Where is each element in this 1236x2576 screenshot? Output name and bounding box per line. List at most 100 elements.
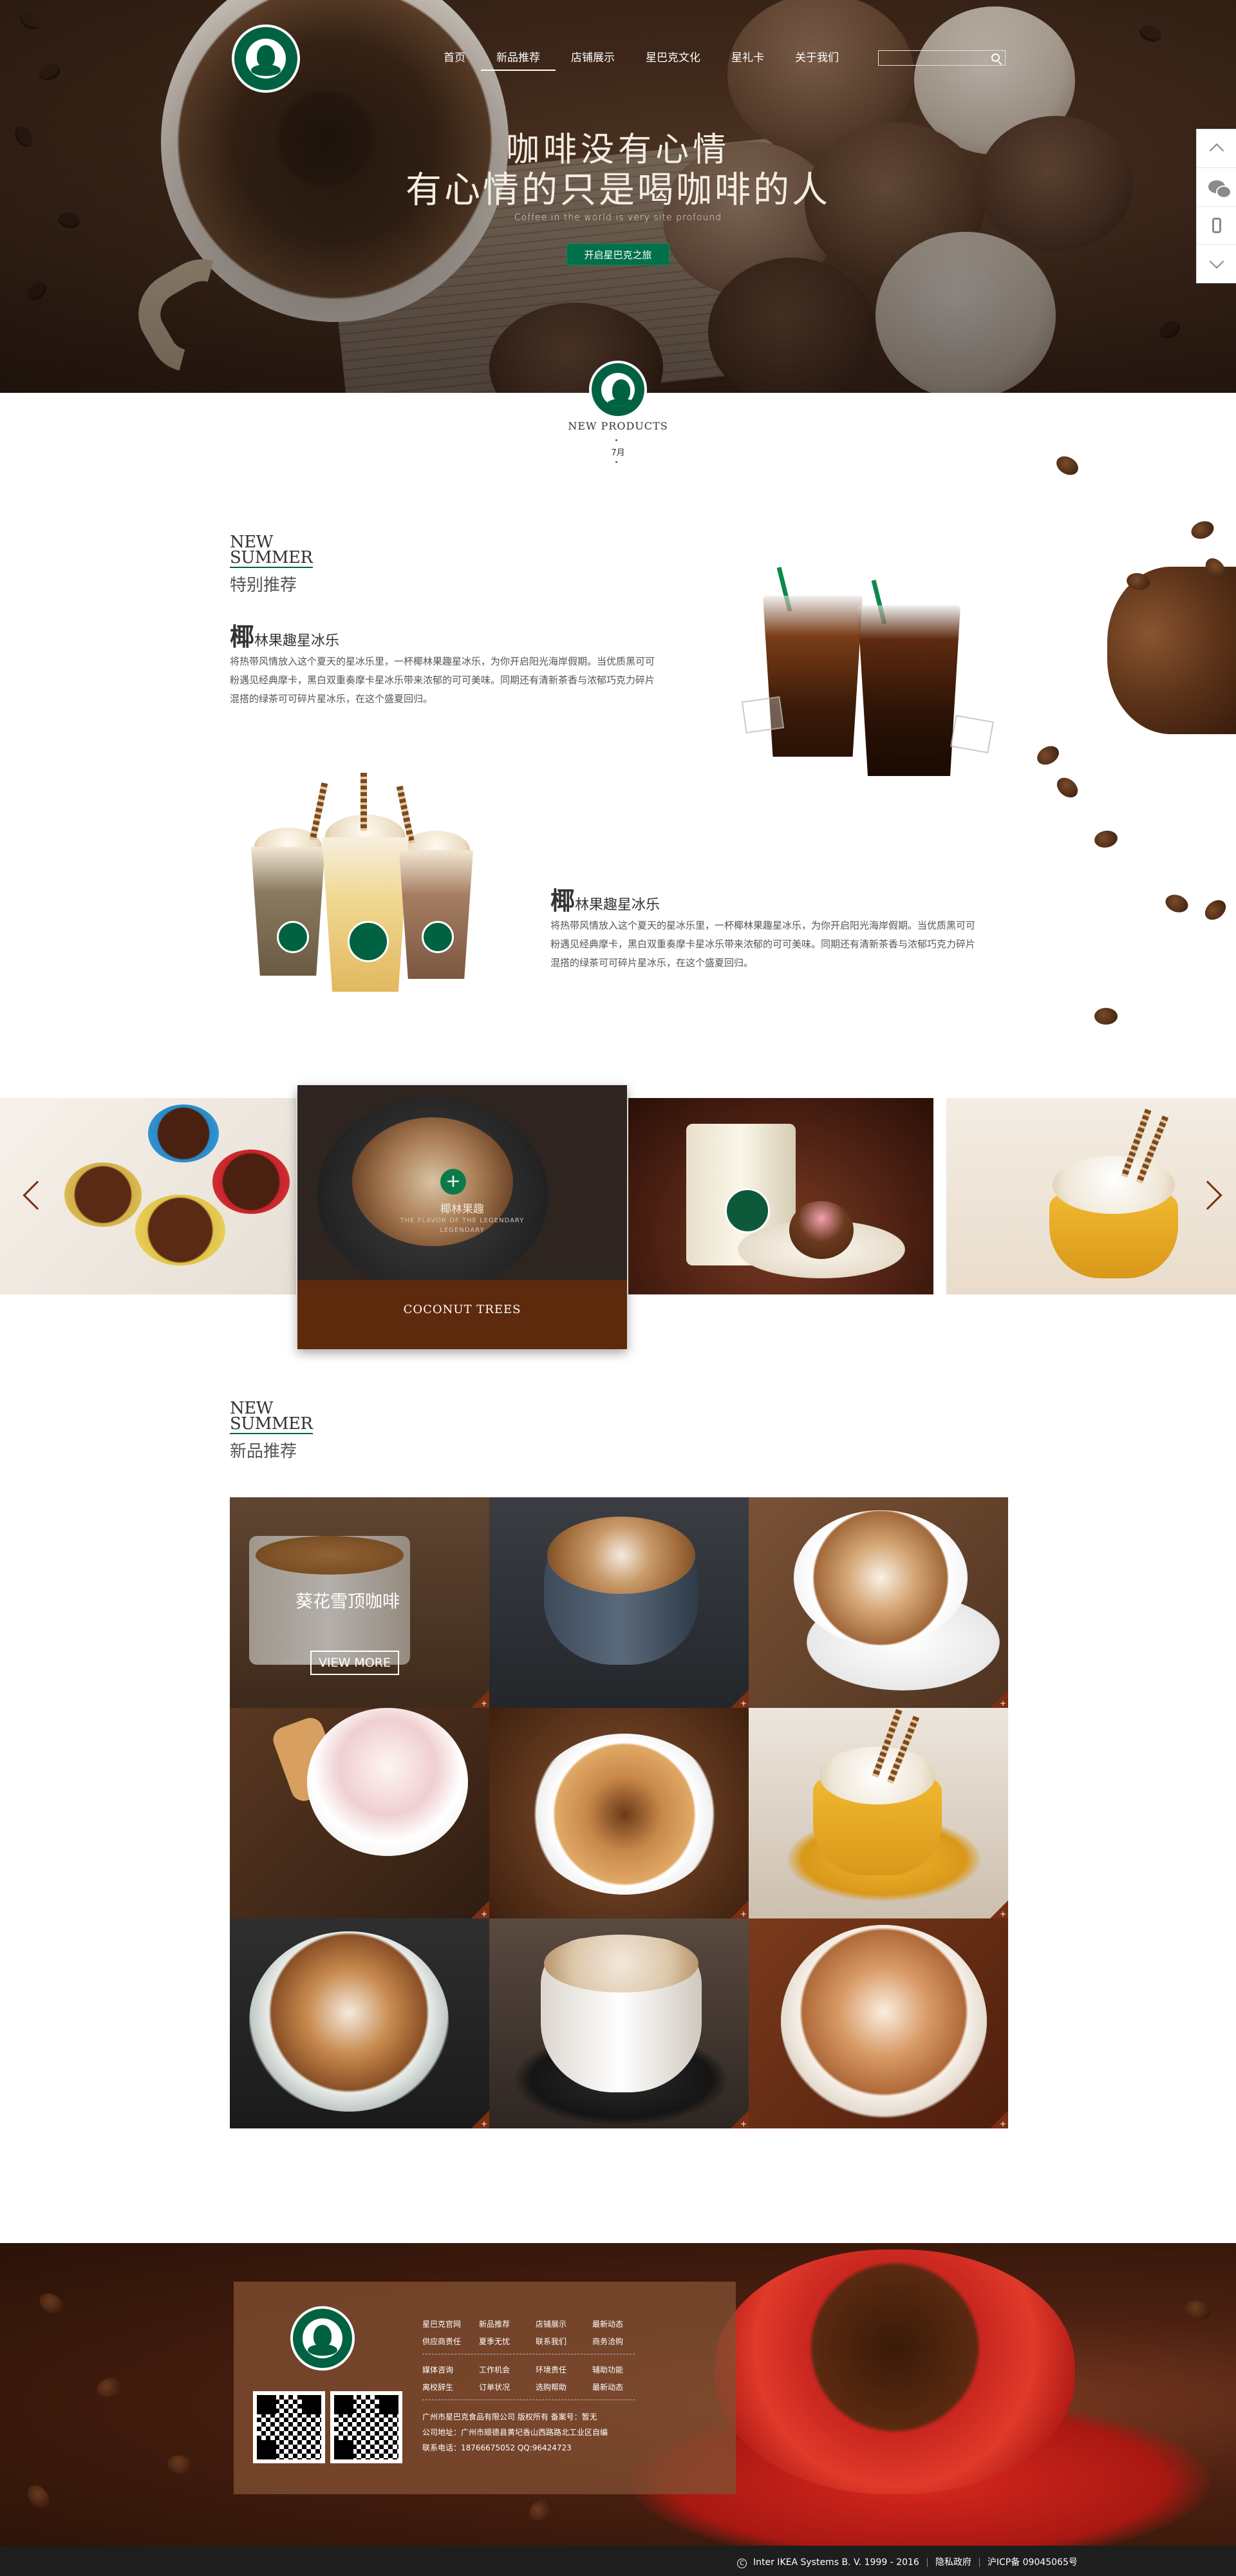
footer-link[interactable]: 店铺展示 xyxy=(536,2318,592,2329)
starbucks-logo[interactable] xyxy=(232,24,300,93)
plus-icon: + xyxy=(480,1909,487,1918)
coffee-bean xyxy=(1033,742,1063,769)
grid-tile[interactable]: + xyxy=(230,1708,489,1918)
footer-link[interactable]: 夏季无忧 xyxy=(479,2336,536,2347)
new-products-month: 7月 xyxy=(611,448,625,458)
company-info: 广州市星巴克食品有限公司 版权所有 备案号：暂无 xyxy=(422,2412,597,2421)
nav-item-stores[interactable]: 店铺展示 xyxy=(556,48,630,71)
coffee-bean xyxy=(1053,773,1082,802)
coffee-cup xyxy=(212,1150,290,1214)
coffee-bean xyxy=(1201,896,1230,924)
footer-link[interactable]: 环境责任 xyxy=(536,2364,592,2375)
phone-icon xyxy=(1212,217,1221,233)
grid-tile[interactable]: + xyxy=(749,1918,1008,2128)
ice-cube xyxy=(741,696,785,734)
starbucks-cup-logo xyxy=(422,921,454,953)
latte-art xyxy=(547,1517,695,1594)
address-info: 公司地址：广州市顺德县黄圮香山西路路北工业区自编 xyxy=(422,2428,608,2437)
scroll-down-button[interactable] xyxy=(1197,245,1236,283)
latte-art xyxy=(781,1925,987,2118)
footer-link[interactable]: 工作机会 xyxy=(479,2364,536,2375)
wafer-stick xyxy=(309,782,328,841)
footer-link[interactable]: 商务洽购 xyxy=(592,2336,649,2347)
grid-tile[interactable]: + xyxy=(749,1497,1008,1708)
coffee-bean xyxy=(94,2374,125,2400)
nav-item-culture[interactable]: 星巴克文化 xyxy=(630,48,716,71)
grid-tile[interactable]: + xyxy=(489,1497,749,1708)
footer-link[interactable]: 供应商责任 xyxy=(422,2336,479,2347)
product-title: 椰林果趣星冰乐 xyxy=(230,617,339,652)
slide-caption-en: THE FLAVOR OF THE LEGENDARY xyxy=(400,1217,525,1224)
coffee-bean xyxy=(165,2453,195,2476)
plus-icon: + xyxy=(999,2119,1006,2128)
grid-tile[interactable]: + xyxy=(230,1918,489,2128)
privacy-link[interactable]: 隐私政府 xyxy=(935,2557,971,2568)
special-section-heading: NEW SUMMER 特别推荐 xyxy=(230,534,313,596)
product-grid: 葵花雪顶咖啡 VIEW MORE + + + + + + + + + xyxy=(230,1497,1008,2128)
footer-link[interactable]: 最新动态 xyxy=(592,2318,649,2329)
footer-link[interactable]: 订单状况 xyxy=(479,2382,536,2392)
new-products-title: NEW PRODUCTS xyxy=(568,420,668,432)
qr-code xyxy=(330,2391,402,2463)
starbucks-cup-logo xyxy=(277,921,309,953)
slide-banner: COCONUT TREES xyxy=(297,1280,627,1349)
footer-link[interactable]: 新品推荐 xyxy=(479,2318,536,2329)
footer-link[interactable]: 辅助功能 xyxy=(592,2364,649,2375)
footer-link[interactable]: 最新动态 xyxy=(592,2382,649,2392)
side-float-panel xyxy=(1196,129,1236,283)
icp-number: 沪ICP备 09045065号 xyxy=(987,2557,1078,2568)
hero-cta-button[interactable]: 开启星巴克之旅 xyxy=(566,243,670,265)
carousel-slide-active[interactable]: + 椰林果趣 THE FLAVOR OF THE LEGENDARY LEGEN… xyxy=(297,1085,627,1349)
phone-button[interactable] xyxy=(1197,207,1236,245)
search-input[interactable] xyxy=(879,51,988,65)
search-icon[interactable] xyxy=(991,53,1000,62)
footer-link[interactable]: 离校辞生 xyxy=(422,2382,479,2392)
wechat-icon xyxy=(1208,180,1231,199)
wechat-button[interactable] xyxy=(1197,168,1236,207)
search-box xyxy=(878,50,1006,66)
heading-cn: 新品推荐 xyxy=(230,1442,297,1461)
divider-dot xyxy=(615,439,617,441)
featured-label: 葵花雪顶咖啡 xyxy=(295,1592,400,1612)
scroll-up-button[interactable] xyxy=(1197,129,1236,168)
plus-icon: + xyxy=(480,1699,487,1708)
plus-icon: + xyxy=(740,1699,747,1708)
footer-logo[interactable] xyxy=(290,2306,355,2371)
coffee-bean xyxy=(1093,829,1119,849)
bottom-bar: C Inter IKEA Systems B. V. 1999 - 2016 隐私政… xyxy=(0,2546,1236,2576)
frappuccino-image xyxy=(399,850,473,979)
footer-link[interactable]: 星巴克官网 xyxy=(422,2318,479,2329)
grid-tile[interactable]: + xyxy=(489,1918,749,2128)
view-more-button[interactable]: VIEW MORE xyxy=(310,1651,399,1675)
coffee-beans-image xyxy=(1107,567,1236,734)
coffee-cup xyxy=(135,1195,225,1265)
contact-info: 联系电话：18766675052 QQ:96424723 xyxy=(422,2443,572,2452)
plus-icon: + xyxy=(480,2119,487,2128)
grid-tile-featured[interactable]: 葵花雪顶咖啡 VIEW MORE + xyxy=(230,1497,489,1708)
nav-item-about[interactable]: 关于我们 xyxy=(780,48,854,71)
plus-icon: + xyxy=(740,1909,747,1918)
footer-link[interactable]: 联系我们 xyxy=(536,2336,592,2347)
grid-tile[interactable]: + xyxy=(749,1708,1008,1918)
siren-icon xyxy=(246,39,286,79)
plus-icon[interactable]: + xyxy=(440,1169,466,1195)
nav-item-new-products[interactable]: 新品推荐 xyxy=(481,48,556,71)
frappuccino-image xyxy=(251,847,325,976)
coffee-bean xyxy=(1094,1008,1118,1025)
separator xyxy=(926,2558,928,2567)
cupcake xyxy=(789,1201,854,1259)
plus-icon: + xyxy=(999,1909,1006,1918)
copyright-icon: C xyxy=(737,2559,747,2568)
frappuccino-image xyxy=(322,837,409,992)
carousel-slide[interactable] xyxy=(946,1098,1236,1294)
main-nav: 首页 新品推荐 店铺展示 星巴克文化 星礼卡 关于我们 xyxy=(428,48,854,71)
coffee-bean xyxy=(35,2289,68,2318)
heading-cn: 特别推荐 xyxy=(230,576,297,595)
footer-link[interactable]: 选购帮助 xyxy=(536,2382,592,2392)
carousel-slide[interactable] xyxy=(628,1098,933,1294)
nav-item-gift-card[interactable]: 星礼卡 xyxy=(716,48,780,71)
footer-link[interactable]: 媒体咨询 xyxy=(422,2364,479,2375)
latte-art xyxy=(528,1734,721,1895)
grid-tile[interactable]: + xyxy=(489,1708,749,1918)
nav-item-home[interactable]: 首页 xyxy=(428,48,481,71)
